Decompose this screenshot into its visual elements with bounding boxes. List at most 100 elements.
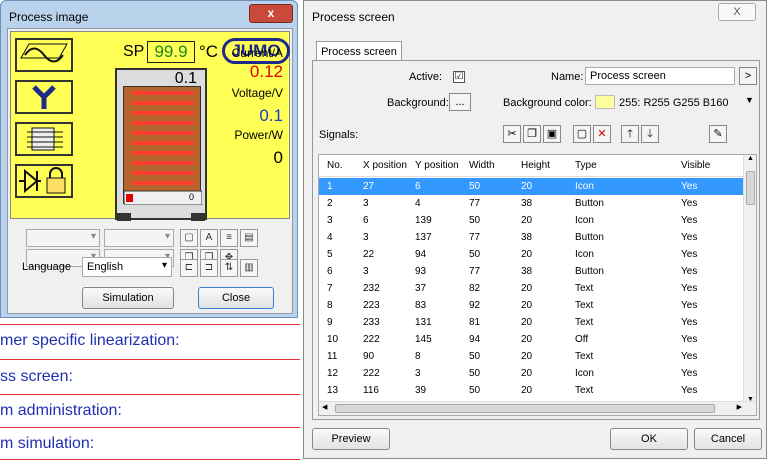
column-header[interactable]: Y position: [415, 155, 459, 177]
table-cell: 9: [327, 317, 333, 328]
move-down-icon[interactable]: 🡓: [641, 125, 659, 143]
page-icon[interactable]: ▤: [240, 229, 258, 247]
ok-button[interactable]: OK: [610, 428, 688, 450]
table-cell: 82: [469, 283, 481, 294]
table-row[interactable]: 10 222 145 94 20 Off Yes: [319, 331, 745, 348]
table-row[interactable]: 3 6 139 50 20 Icon Yes: [319, 212, 745, 229]
scroll-thumb[interactable]: [335, 404, 715, 413]
cancel-button[interactable]: Cancel: [694, 428, 762, 450]
table-row[interactable]: 1 27 6 50 20 Icon Yes: [319, 178, 745, 195]
preview-button[interactable]: Preview: [312, 428, 390, 450]
name-browse-button[interactable]: >: [739, 67, 757, 85]
signals-table[interactable]: No. X position Y position Width Height T…: [318, 154, 757, 416]
table-row[interactable]: 13 116 39 50 20 Text Yes: [319, 382, 745, 399]
column-header[interactable]: Height: [521, 155, 550, 177]
frame-icon[interactable]: ▢: [180, 229, 198, 247]
process-image-client: SP 99.9 °C JUMO 0.1 0 Current/A 0.12 Vol…: [7, 28, 293, 314]
table-cell: 137: [415, 232, 432, 243]
new-signal-icon[interactable]: ▢: [573, 125, 591, 143]
align-left-icon[interactable]: ⊏: [180, 259, 198, 277]
active-checkbox[interactable]: ☑: [453, 71, 465, 83]
sine-wave-tile[interactable]: [15, 38, 73, 72]
column-header[interactable]: Width: [469, 155, 495, 177]
table-row[interactable]: 6 3 93 77 38 Button Yes: [319, 263, 745, 280]
close-window-button[interactable]: x: [249, 4, 293, 23]
setpoint-unit: °C: [199, 42, 219, 61]
table-cell: 6: [363, 215, 369, 226]
align-right-icon[interactable]: ⊐: [200, 259, 218, 277]
table-row[interactable]: 9 233 131 81 20 Text Yes: [319, 314, 745, 331]
diode-lock-icon: [19, 167, 66, 194]
table-cell: 77: [469, 232, 481, 243]
table-row[interactable]: 11 90 8 50 20 Text Yes: [319, 348, 745, 365]
column-header[interactable]: Visible: [681, 155, 710, 177]
doc-line: ss screen:: [0, 368, 73, 385]
table-cell: Yes: [681, 283, 698, 294]
size-combo[interactable]: [104, 229, 174, 247]
name-field[interactable]: Process screen: [585, 67, 735, 85]
background-browse-button[interactable]: ...: [449, 93, 471, 111]
process-screen-dialog: Process screen X Process screen 1 Active…: [303, 0, 767, 459]
table-row[interactable]: 2 3 4 77 38 Button Yes: [319, 195, 745, 212]
setpoint-label: SP: [123, 43, 145, 60]
column-header[interactable]: Type: [575, 155, 597, 177]
red-rule: [0, 427, 300, 428]
vertical-scrollbar[interactable]: ▲ ▼: [743, 155, 756, 403]
table-cell: 1: [327, 181, 333, 192]
table-cell: Icon: [575, 249, 594, 260]
voltage-value: 0.1: [259, 106, 283, 125]
move-up-icon[interactable]: 🡑: [621, 125, 639, 143]
table-cell: 20: [521, 249, 533, 260]
delete-icon[interactable]: ✕: [593, 125, 611, 143]
column-header[interactable]: X position: [363, 155, 407, 177]
chevron-down-icon[interactable]: ▼: [745, 95, 754, 105]
table-cell: Icon: [575, 368, 594, 379]
close-dialog-button[interactable]: X: [718, 3, 756, 21]
simulation-button[interactable]: Simulation: [82, 287, 174, 309]
diode-lock-tile[interactable]: [15, 164, 73, 198]
font-combo[interactable]: [26, 229, 100, 247]
chart-icon[interactable]: ▥: [240, 259, 258, 277]
scroll-right-icon[interactable]: ▶: [737, 403, 742, 411]
table-cell: 20: [521, 334, 533, 345]
table-cell: 116: [363, 385, 379, 396]
table-row[interactable]: 8 223 83 92 20 Text Yes: [319, 297, 745, 314]
table-row[interactable]: 7 232 37 82 20 Text Yes: [319, 280, 745, 297]
background-color-value[interactable]: 255: R255 G255 B160: [619, 97, 728, 109]
table-cell: 50: [469, 215, 481, 226]
font-icon[interactable]: A: [200, 229, 218, 247]
scroll-thumb[interactable]: [746, 171, 755, 205]
horizontal-scrollbar[interactable]: ◀ ▶: [319, 401, 756, 415]
table-cell: 38: [521, 198, 533, 209]
paste-icon[interactable]: ▣: [543, 125, 561, 143]
table-cell: 3: [363, 232, 369, 243]
table-cell: 2: [327, 198, 333, 209]
process-panel: SP 99.9 °C JUMO 0.1 0 Current/A 0.12 Vol…: [10, 31, 290, 221]
table-cell: 8: [415, 351, 421, 362]
column-header[interactable]: No.: [327, 155, 343, 177]
close-button[interactable]: Close: [198, 287, 274, 309]
language-select[interactable]: English: [82, 257, 172, 277]
current-label: Current/A: [231, 46, 283, 60]
scroll-left-icon[interactable]: ◀: [322, 403, 327, 411]
table-cell: Text: [575, 385, 594, 396]
setpoint-field[interactable]: 99.9: [147, 41, 195, 63]
table-cell: 22: [363, 249, 375, 260]
oven-foot: [191, 213, 205, 221]
oven-graphic: 0.1 0: [115, 68, 207, 221]
table-cell: Text: [575, 317, 594, 328]
align-icon[interactable]: ≡: [220, 229, 238, 247]
splitter-tile[interactable]: [15, 80, 73, 114]
copy-icon[interactable]: ❐: [523, 125, 541, 143]
edit-signal-icon[interactable]: ✎: [709, 125, 727, 143]
table-row[interactable]: 4 3 137 77 38 Button Yes: [319, 229, 745, 246]
scroll-up-icon[interactable]: ▲: [747, 155, 754, 162]
module-tile[interactable]: [15, 122, 73, 156]
table-cell: 222: [363, 334, 380, 345]
table-row[interactable]: 12 222 3 50 20 Icon Yes: [319, 365, 745, 382]
table-row[interactable]: 5 22 94 50 20 Icon Yes: [319, 246, 745, 263]
cut-icon[interactable]: ✂: [503, 125, 521, 143]
tab-process-screen-1[interactable]: Process screen 1: [316, 41, 402, 78]
distribute-icon[interactable]: ⇅: [220, 259, 238, 277]
table-cell: 38: [521, 232, 533, 243]
